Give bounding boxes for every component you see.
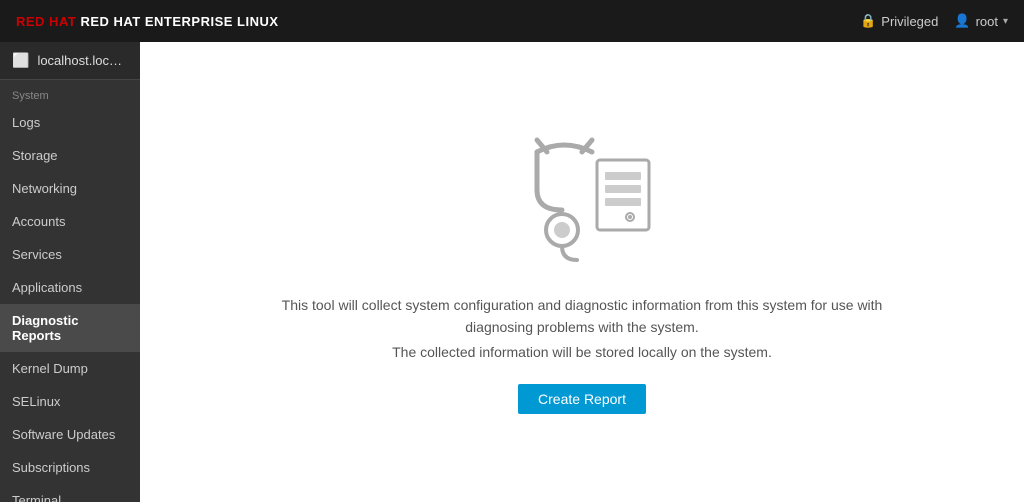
diagnostic-illustration	[502, 130, 662, 270]
sidebar-item-terminal[interactable]: Terminal	[0, 484, 140, 502]
main-layout: ⬜ localhost.locald... System Logs Storag…	[0, 42, 1024, 502]
sidebar-item-kernel-dump[interactable]: Kernel Dump	[0, 352, 140, 385]
user-icon: 👤	[954, 13, 970, 29]
sidebar-group-system: System	[0, 80, 140, 106]
sidebar-item-selinux[interactable]: SELinux	[0, 385, 140, 418]
sidebar-item-subscriptions[interactable]: Subscriptions	[0, 451, 140, 484]
diagnostic-icon-container	[502, 130, 662, 270]
sidebar-item-storage[interactable]: Storage	[0, 139, 140, 172]
create-report-button[interactable]: Create Report	[518, 384, 646, 414]
sidebar: ⬜ localhost.locald... System Logs Storag…	[0, 42, 140, 502]
sidebar-item-applications[interactable]: Applications	[0, 271, 140, 304]
user-label: root	[976, 14, 998, 29]
sidebar-item-software-updates[interactable]: Software Updates	[0, 418, 140, 451]
app-brand: RED HAT RED HAT ENTERPRISE LINUXRED HAT …	[16, 14, 279, 29]
sidebar-header[interactable]: ⬜ localhost.locald...	[0, 42, 140, 80]
server-icon: ⬜	[12, 52, 29, 69]
sidebar-item-services[interactable]: Services	[0, 238, 140, 271]
user-menu[interactable]: 👤 root ▾	[954, 13, 1008, 29]
sidebar-item-networking[interactable]: Networking	[0, 172, 140, 205]
privilege-label: Privileged	[881, 14, 938, 29]
privilege-indicator: 🔒 Privileged	[860, 13, 938, 29]
chevron-down-icon: ▾	[1003, 16, 1008, 27]
content-area: This tool will collect system configurat…	[140, 42, 1024, 502]
hostname-label: localhost.locald...	[37, 53, 128, 68]
sidebar-item-logs[interactable]: Logs	[0, 106, 140, 139]
diagnostic-description: This tool will collect system configurat…	[272, 294, 892, 339]
sidebar-item-accounts[interactable]: Accounts	[0, 205, 140, 238]
sidebar-item-diagnostic-reports[interactable]: Diagnostic Reports	[0, 304, 140, 352]
lock-icon: 🔒	[860, 13, 876, 29]
diagnostic-note: The collected information will be stored…	[392, 344, 772, 360]
topbar-right: 🔒 Privileged 👤 root ▾	[860, 13, 1008, 29]
topbar: RED HAT RED HAT ENTERPRISE LINUXRED HAT …	[0, 0, 1024, 42]
